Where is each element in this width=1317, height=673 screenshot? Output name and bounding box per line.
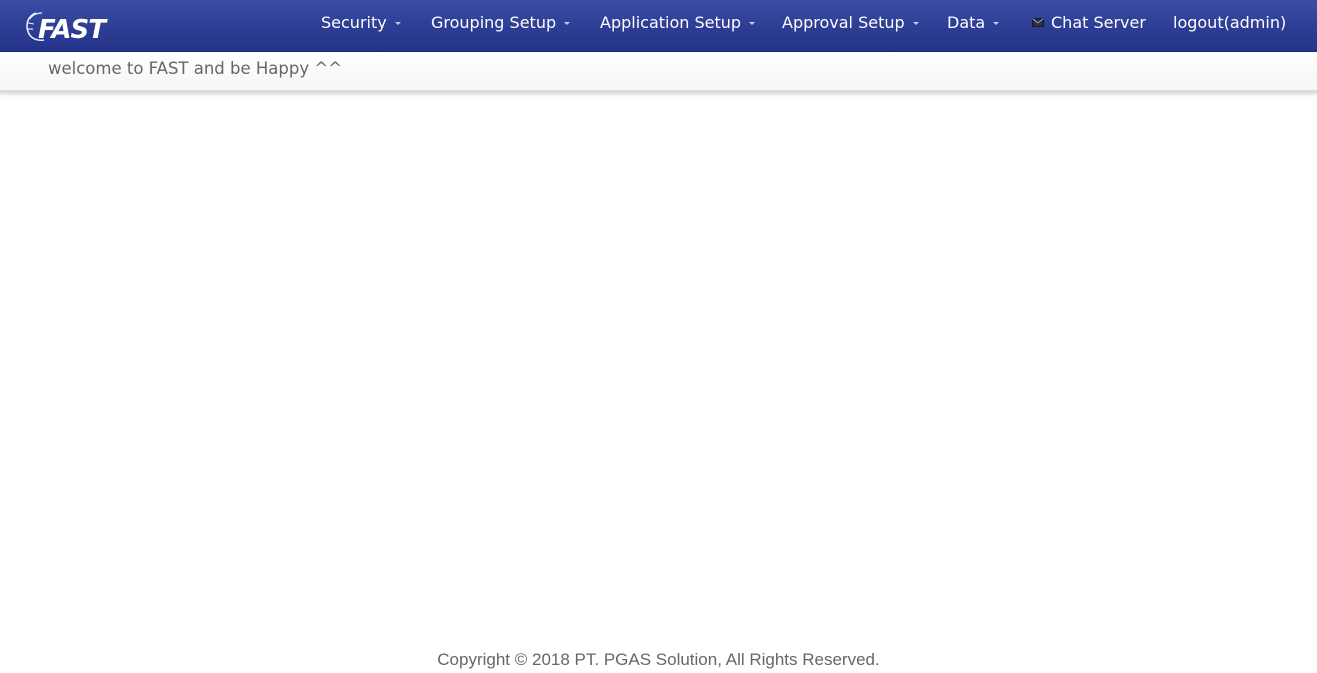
menu-grouping-setup-label: Grouping Setup bbox=[431, 12, 557, 32]
welcome-message: welcome to FAST and be Happy ^^ bbox=[48, 59, 343, 78]
chevron-down-icon bbox=[564, 21, 571, 25]
brand-logo-text: FAST bbox=[38, 15, 108, 43]
chevron-down-icon bbox=[394, 21, 401, 25]
menu-security[interactable]: Security bbox=[321, 0, 401, 44]
footer-copyright: Copyright © 2018 PT. PGAS Solution, All … bbox=[437, 650, 880, 669]
logout-link[interactable]: logout(admin) bbox=[1173, 0, 1286, 44]
menu-approval-setup[interactable]: Approval Setup bbox=[782, 0, 919, 44]
welcome-bar: welcome to FAST and be Happy ^^ bbox=[0, 52, 1317, 93]
chevron-down-icon bbox=[993, 21, 1000, 25]
brand-logo[interactable]: FAST bbox=[24, 9, 118, 43]
envelope-icon bbox=[1032, 17, 1044, 27]
menu-approval-setup-label: Approval Setup bbox=[782, 12, 905, 32]
menu-security-label: Security bbox=[321, 12, 387, 32]
menu-grouping-setup[interactable]: Grouping Setup bbox=[431, 0, 571, 44]
menu-data-label: Data bbox=[947, 12, 986, 32]
menu-chat-server[interactable]: Chat Server bbox=[1032, 0, 1146, 44]
menu-application-setup-label: Application Setup bbox=[600, 12, 742, 32]
logout-label: logout(admin) bbox=[1173, 12, 1287, 32]
chevron-down-icon bbox=[749, 21, 756, 25]
fast-logo-icon: FAST bbox=[26, 12, 109, 43]
top-navbar: FAST Security Grouping Setup Application… bbox=[0, 0, 1317, 52]
menu-chat-server-label: Chat Server bbox=[1051, 12, 1146, 32]
menu-data[interactable]: Data bbox=[947, 0, 1000, 44]
menu-application-setup[interactable]: Application Setup bbox=[600, 0, 756, 44]
chevron-down-icon bbox=[912, 21, 919, 25]
